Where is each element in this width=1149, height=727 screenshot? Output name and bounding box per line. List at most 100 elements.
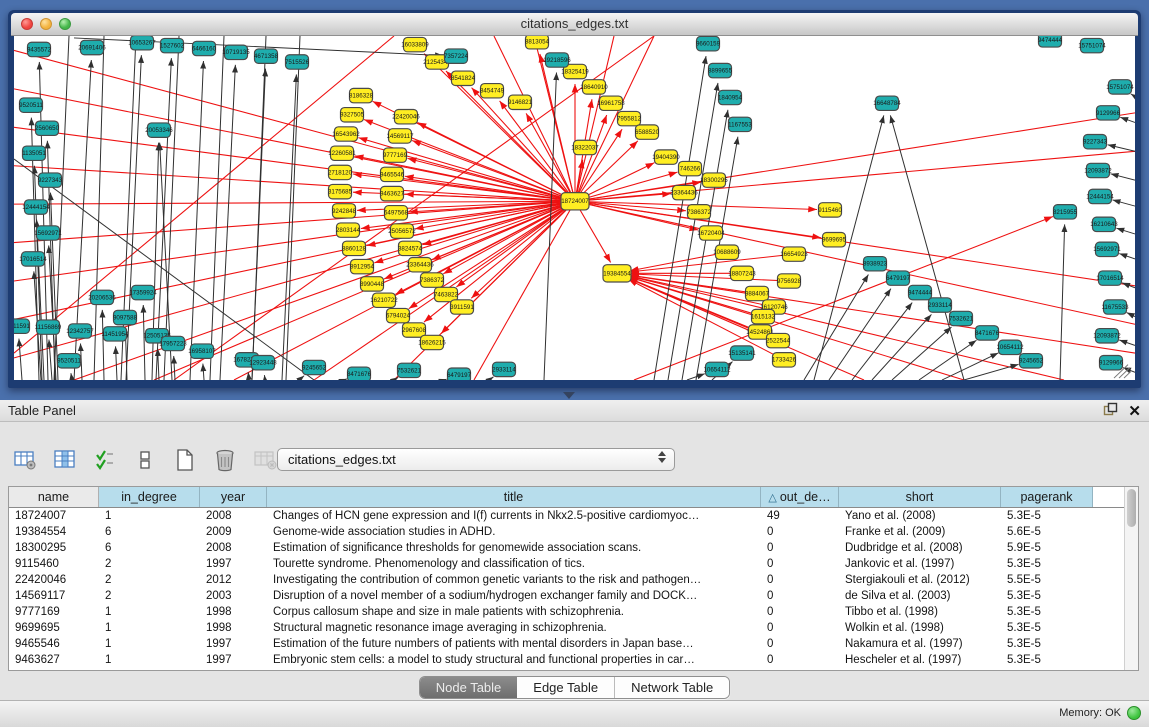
- table-cell[interactable]: 5.3E-5: [1001, 652, 1093, 668]
- graph-node[interactable]: 20053346: [145, 123, 173, 137]
- graph-node[interactable]: 12342757: [66, 324, 94, 338]
- graph-node[interactable]: 20691406: [78, 40, 106, 54]
- graph-node[interactable]: 9756928: [777, 274, 802, 288]
- graph-node[interactable]: 6479197: [886, 271, 911, 285]
- table-cell[interactable]: 49: [761, 508, 839, 524]
- graph-node[interactable]: 9227343: [1083, 134, 1108, 148]
- table-cell[interactable]: 2009: [200, 524, 267, 540]
- graph-node[interactable]: 25056572: [388, 224, 416, 238]
- table-cell[interactable]: Stergiakouli et al. (2012): [839, 572, 1001, 588]
- graph-node[interactable]: 9465546: [380, 167, 405, 181]
- graph-node[interactable]: 17016514: [1096, 271, 1124, 285]
- table-cell[interactable]: 1: [99, 620, 200, 636]
- graph-node[interactable]: 2933114: [492, 362, 516, 376]
- graph-node[interactable]: 15751074: [1078, 38, 1106, 52]
- graph-node[interactable]: 16654923: [780, 247, 808, 261]
- table-cell[interactable]: 2003: [200, 588, 267, 604]
- graph-node[interactable]: 9327505: [340, 108, 365, 122]
- graph-node[interactable]: 18724007: [561, 193, 589, 210]
- table-row[interactable]: 1938455462009Genome-wide association stu…: [9, 524, 1138, 540]
- table-cell[interactable]: 2: [99, 572, 200, 588]
- table-cell[interactable]: 5.6E-5: [1001, 524, 1093, 540]
- graph-node[interactable]: 6479197: [447, 368, 472, 380]
- graph-node[interactable]: 18807243: [728, 266, 756, 280]
- graph-node[interactable]: 15751074: [1106, 80, 1134, 94]
- table-row[interactable]: 911546021997Tourette syndrome. Phenomeno…: [9, 556, 1138, 572]
- table-cell[interactable]: 9115460: [9, 556, 99, 572]
- table-cell[interactable]: Nakamura et al. (1997): [839, 636, 1001, 652]
- network-graph[interactable]: 1872400719384554818632893275051654396212…: [14, 36, 1135, 380]
- table-cell[interactable]: 9777169: [9, 604, 99, 620]
- graph-node[interactable]: 3175685: [328, 184, 353, 198]
- table-row[interactable]: 946362711997Embryonic stem cells: a mode…: [9, 652, 1138, 668]
- column-header-in_degree[interactable]: in_degree: [99, 487, 200, 507]
- graph-node[interactable]: 9435572: [27, 42, 52, 56]
- graph-node[interactable]: 6497568: [384, 206, 409, 220]
- table-cell[interactable]: Jankovic et al. (1997): [839, 556, 1001, 572]
- graph-node[interactable]: 9245652: [1019, 354, 1044, 368]
- graph-node[interactable]: 11675533: [1101, 300, 1129, 314]
- graph-node[interactable]: 15135141: [728, 346, 756, 360]
- column-header-title[interactable]: title: [267, 487, 761, 507]
- table-cell[interactable]: Dudbridge et al. (2008): [839, 540, 1001, 556]
- graph-node[interactable]: 16210643: [1090, 217, 1118, 231]
- table-cell[interactable]: 0: [761, 652, 839, 668]
- table-cell[interactable]: 9699695: [9, 620, 99, 636]
- graph-node[interactable]: 16958107: [188, 344, 216, 358]
- panel-splitter-handle[interactable]: [563, 392, 575, 399]
- table-row[interactable]: 1872400712008Changes of HCN gene express…: [9, 508, 1138, 524]
- column-header-year[interactable]: year: [200, 487, 267, 507]
- graph-node[interactable]: 10653267: [128, 36, 156, 50]
- graph-node[interactable]: 19218596: [543, 53, 571, 67]
- close-panel-icon[interactable]: ✕: [1128, 404, 1141, 420]
- table-selector-dropdown[interactable]: citations_edges.txt: [277, 448, 675, 471]
- table-cell[interactable]: 5.3E-5: [1001, 620, 1093, 636]
- graph-node[interactable]: 10654112: [996, 340, 1024, 354]
- table-cell[interactable]: 6: [99, 524, 200, 540]
- graph-node[interactable]: 10654112: [703, 362, 731, 376]
- graph-node[interactable]: 9474444: [1038, 36, 1063, 47]
- graph-node[interactable]: 7386372: [687, 205, 712, 219]
- table-row[interactable]: 946554611997Estimation of the future num…: [9, 636, 1138, 652]
- table-cell[interactable]: 9463627: [9, 652, 99, 668]
- table-cell[interactable]: Wolkin et al. (1998): [839, 620, 1001, 636]
- table-cell[interactable]: 2: [99, 588, 200, 604]
- table-cell[interactable]: 1997: [200, 652, 267, 668]
- column-header-out_de[interactable]: △out_de…: [761, 487, 839, 507]
- graph-node[interactable]: 6588520: [635, 125, 660, 139]
- tab-node-table[interactable]: Node Table: [420, 677, 518, 698]
- graph-node[interactable]: 16033809: [401, 37, 429, 51]
- graph-node[interactable]: 3911591: [450, 300, 474, 314]
- graph-node[interactable]: 15692971: [1093, 242, 1121, 256]
- table-cell[interactable]: Hescheler et al. (1997): [839, 652, 1001, 668]
- graph-node[interactable]: 8471676: [975, 326, 1000, 340]
- table-cell[interactable]: 5.3E-5: [1001, 588, 1093, 604]
- graph-node[interactable]: 2933114: [928, 298, 952, 312]
- network-canvas[interactable]: 1872400719384554818632893275051654396212…: [14, 36, 1135, 380]
- table-cell[interactable]: 14569117: [9, 588, 99, 604]
- table-cell[interactable]: 0: [761, 572, 839, 588]
- table-cell[interactable]: 5.3E-5: [1001, 636, 1093, 652]
- graph-node[interactable]: 2522544: [766, 333, 791, 347]
- graph-node[interactable]: 3911591: [14, 319, 30, 333]
- scrollbar-thumb[interactable]: [1127, 489, 1136, 527]
- table-cell[interactable]: 5.9E-5: [1001, 540, 1093, 556]
- graph-node[interactable]: 12923448: [249, 355, 277, 369]
- table-cell[interactable]: 5.5E-5: [1001, 572, 1093, 588]
- table-cell[interactable]: Yano et al. (2008): [839, 508, 1001, 524]
- graph-node[interactable]: 7386372: [420, 273, 445, 287]
- graph-node[interactable]: 15692971: [34, 226, 62, 240]
- graph-node[interactable]: 14569117: [386, 129, 414, 143]
- graph-node[interactable]: 16210722: [370, 293, 398, 307]
- table-cell[interactable]: 9465546: [9, 636, 99, 652]
- table-cell[interactable]: Investigating the contribution of common…: [267, 572, 761, 588]
- table-cell[interactable]: Structural magnetic resonance image aver…: [267, 620, 761, 636]
- table-cell[interactable]: Changes of HCN gene expression and I(f) …: [267, 508, 761, 524]
- graph-node[interactable]: 8471676: [347, 367, 372, 380]
- graph-node[interactable]: 7357224: [444, 49, 469, 63]
- graph-node[interactable]: 20206536: [88, 290, 116, 304]
- column-header-short[interactable]: short: [839, 487, 1001, 507]
- table-vertical-scrollbar[interactable]: [1124, 487, 1138, 670]
- graph-node[interactable]: 9227343: [38, 173, 63, 187]
- graph-node[interactable]: 18300295: [700, 173, 728, 187]
